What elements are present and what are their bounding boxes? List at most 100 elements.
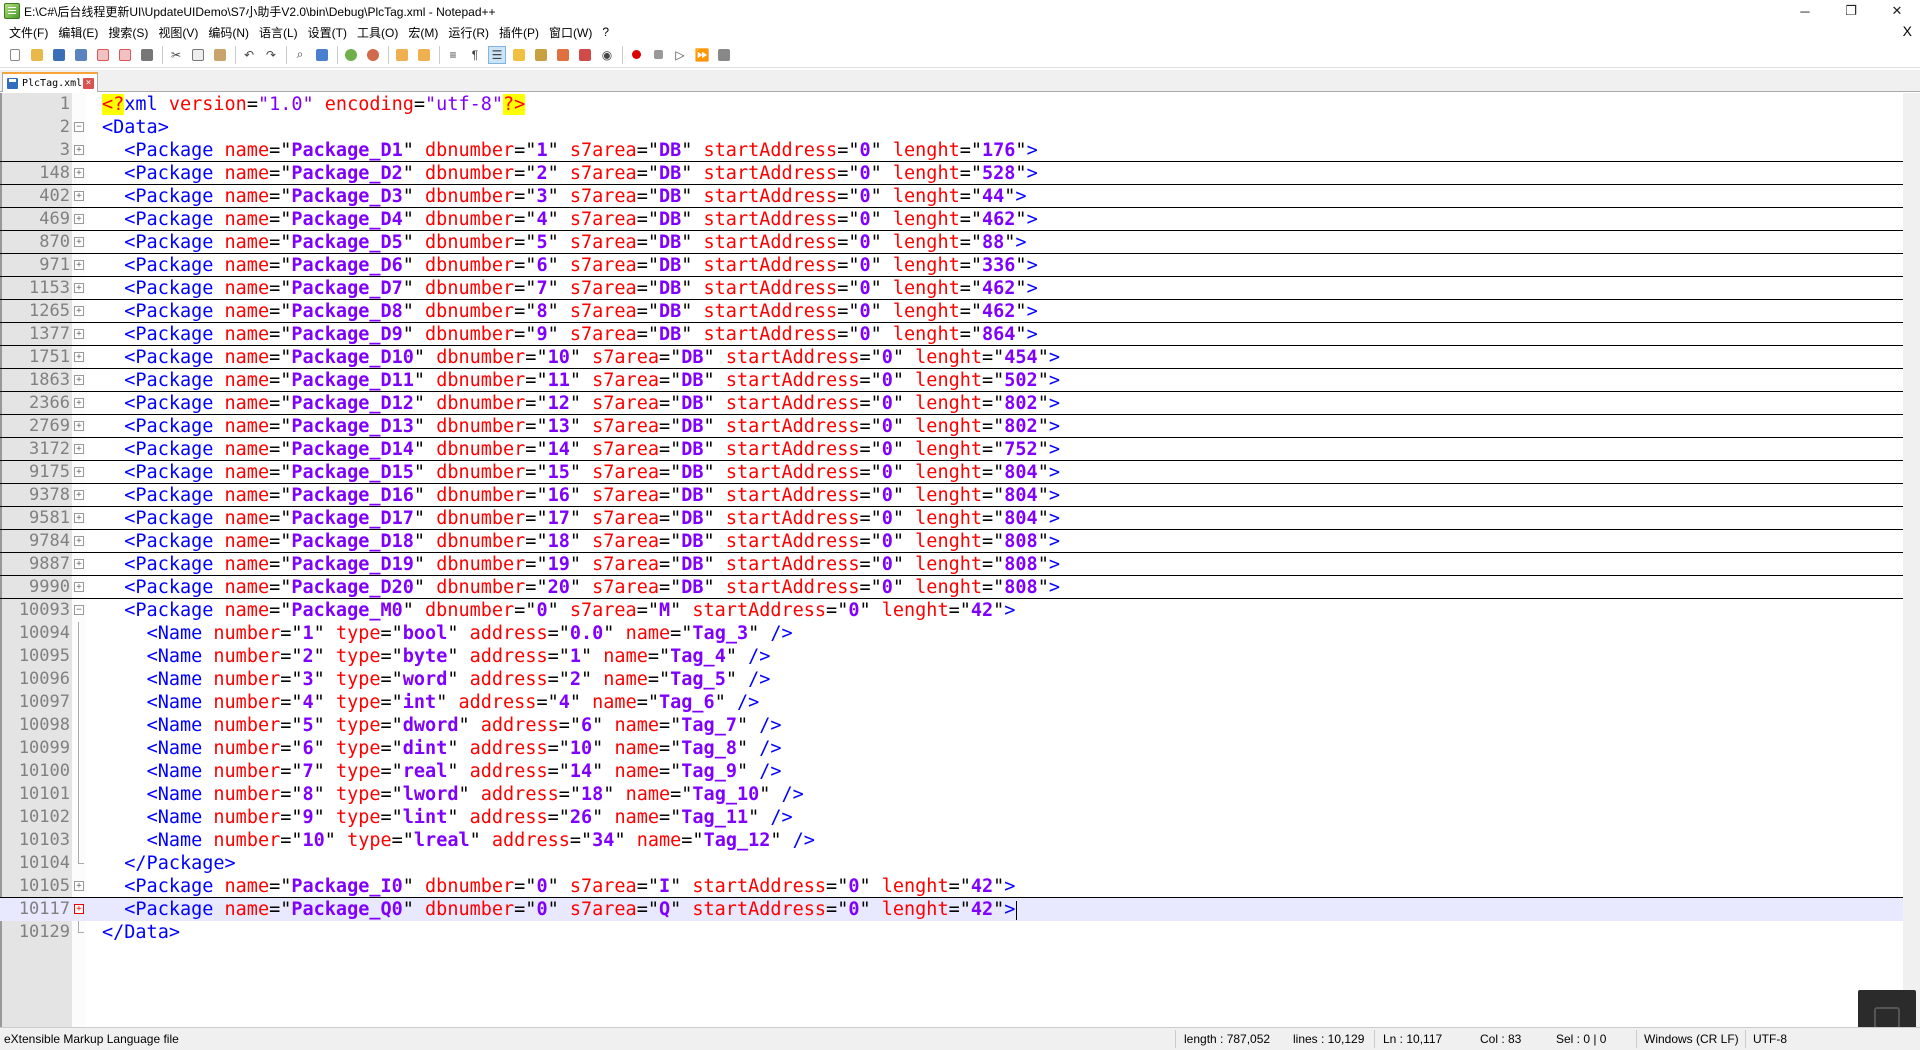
fold-toggle-icon[interactable]: +: [72, 512, 84, 524]
fold-toggle-icon[interactable]: +: [72, 374, 84, 386]
menu-tools[interactable]: 工具(O): [352, 24, 403, 41]
menu-macro[interactable]: 宏(M): [403, 24, 443, 41]
fold-toggle-icon[interactable]: −: [72, 604, 84, 616]
code-text: <Package name="Package_D9" dbnumber="9" …: [124, 324, 1038, 345]
print-icon[interactable]: [138, 46, 156, 64]
fold-toggle-icon[interactable]: +: [72, 489, 84, 501]
fold-toggle-icon[interactable]: +: [72, 558, 84, 570]
status-encoding: UTF-8: [1753, 1032, 1787, 1046]
fold-toggle-icon[interactable]: +: [72, 328, 84, 340]
doc-map-icon[interactable]: [532, 46, 550, 64]
close-document-button[interactable]: X: [1903, 23, 1912, 39]
fold-end: [72, 852, 84, 869]
fold-toggle-icon[interactable]: +: [72, 190, 84, 202]
minimize-button[interactable]: ─: [1782, 0, 1828, 22]
udl-icon[interactable]: [510, 46, 528, 64]
maximize-button[interactable]: ❐: [1828, 0, 1874, 22]
code-line: 10101 <Name number="8" type="lword" addr…: [0, 783, 1903, 806]
code-text: <Package name="Package_D7" dbnumber="7" …: [124, 278, 1038, 299]
fold-toggle-icon[interactable]: +: [72, 259, 84, 271]
tab-bar: PlcTag.xml ×: [0, 70, 1920, 92]
stop-record-icon[interactable]: [649, 46, 667, 64]
menu-language[interactable]: 语言(L): [254, 24, 303, 41]
sync-h-icon[interactable]: [415, 46, 433, 64]
fold-toggle-icon[interactable]: +: [72, 213, 84, 225]
new-file-icon[interactable]: [6, 46, 24, 64]
undo-icon[interactable]: ↶: [240, 46, 258, 64]
close-icon[interactable]: [94, 46, 112, 64]
line-number: 10100: [18, 761, 70, 781]
fold-toggle-icon[interactable]: +: [72, 535, 84, 547]
line-number: 10129: [18, 922, 70, 942]
fold-toggle-icon[interactable]: +: [72, 167, 84, 179]
line-number: 1377: [29, 324, 70, 344]
code-text: <Name number="3" type="word" address="2"…: [146, 669, 771, 690]
menu-help[interactable]: ?: [597, 25, 614, 39]
run-macro-multiple-icon[interactable]: ⏩: [693, 46, 711, 64]
fold-toggle-icon[interactable]: +: [72, 351, 84, 363]
replace-icon[interactable]: [313, 46, 331, 64]
fold-toggle-icon[interactable]: +: [72, 443, 84, 455]
word-wrap-icon[interactable]: ≡: [444, 46, 462, 64]
menu-run[interactable]: 运行(R): [443, 24, 494, 41]
menu-view[interactable]: 视图(V): [153, 24, 203, 41]
fold-line: [72, 645, 84, 668]
cut-icon[interactable]: ✂: [167, 46, 185, 64]
close-window-button[interactable]: ✕: [1874, 0, 1920, 22]
monitor-icon[interactable]: ◉: [598, 46, 616, 64]
tab-close-icon[interactable]: ×: [83, 77, 94, 89]
fold-toggle-icon[interactable]: +: [72, 903, 84, 915]
line-number: 10097: [18, 692, 70, 712]
folder-workspace-icon[interactable]: [576, 46, 594, 64]
toolbar-separator: [388, 45, 389, 64]
save-macro-icon[interactable]: [715, 46, 733, 64]
record-macro-icon[interactable]: [627, 46, 645, 64]
redo-icon[interactable]: ↷: [262, 46, 280, 64]
fold-toggle-icon[interactable]: +: [72, 397, 84, 409]
code-line: 9784 + <Package name="Package_D18" dbnumb…: [0, 530, 1903, 553]
fold-toggle-icon[interactable]: +: [72, 581, 84, 593]
find-icon[interactable]: ⌕: [291, 46, 309, 64]
menu-window[interactable]: 窗口(W): [544, 24, 597, 41]
fold-toggle-icon[interactable]: +: [72, 236, 84, 248]
close-all-icon[interactable]: [116, 46, 134, 64]
fold-toggle-icon[interactable]: +: [72, 466, 84, 478]
function-list-icon[interactable]: [554, 46, 572, 64]
line-number: 10099: [18, 738, 70, 758]
fold-toggle-icon[interactable]: +: [72, 282, 84, 294]
menu-encoding[interactable]: 编码(N): [203, 24, 254, 41]
fold-line: [72, 668, 84, 691]
fold-toggle-icon[interactable]: +: [72, 420, 84, 432]
zoom-out-icon[interactable]: [364, 46, 382, 64]
sync-v-icon[interactable]: [393, 46, 411, 64]
menu-search[interactable]: 搜索(S): [103, 24, 153, 41]
copy-icon[interactable]: [189, 46, 207, 64]
window-controls: ─ ❐ ✕: [1782, 0, 1920, 22]
fold-toggle-icon[interactable]: +: [72, 305, 84, 317]
tab-plctag-xml[interactable]: PlcTag.xml ×: [2, 72, 98, 92]
save-icon[interactable]: [50, 46, 68, 64]
menu-edit[interactable]: 编辑(E): [53, 24, 103, 41]
code-line: 10096 <Name number="3" type="word" addre…: [0, 668, 1903, 691]
fold-toggle-icon[interactable]: +: [72, 144, 84, 156]
save-all-icon[interactable]: [72, 46, 90, 64]
fold-toggle-icon[interactable]: −: [72, 121, 84, 133]
code-line: 971 + <Package name="Package_D6" dbnumber…: [0, 254, 1903, 277]
indent-guide-icon[interactable]: ☰: [488, 45, 506, 64]
open-file-icon[interactable]: [28, 46, 46, 64]
paste-icon[interactable]: [211, 46, 229, 64]
menu-settings[interactable]: 设置(T): [303, 24, 352, 41]
code-line: 870 + <Package name="Package_D5" dbnumber…: [0, 231, 1903, 254]
line-number: 10104: [18, 853, 70, 873]
fold-toggle-icon[interactable]: +: [72, 880, 84, 892]
menu-plugins[interactable]: 插件(P): [494, 24, 544, 41]
line-number: 9175: [29, 462, 70, 482]
play-macro-icon[interactable]: ▷: [671, 46, 689, 64]
menu-file[interactable]: 文件(F): [4, 24, 53, 41]
vertical-scrollbar[interactable]: [1903, 93, 1920, 1027]
code-line: 3172 + <Package name="Package_D14" dbnumb…: [0, 438, 1903, 461]
editor-area[interactable]: 1 <?xml version="1.0" encoding="utf-8"?> 2…: [0, 93, 1920, 1027]
all-chars-icon[interactable]: ¶: [466, 46, 484, 64]
status-separator: [1745, 1030, 1746, 1048]
zoom-in-icon[interactable]: [342, 46, 360, 64]
